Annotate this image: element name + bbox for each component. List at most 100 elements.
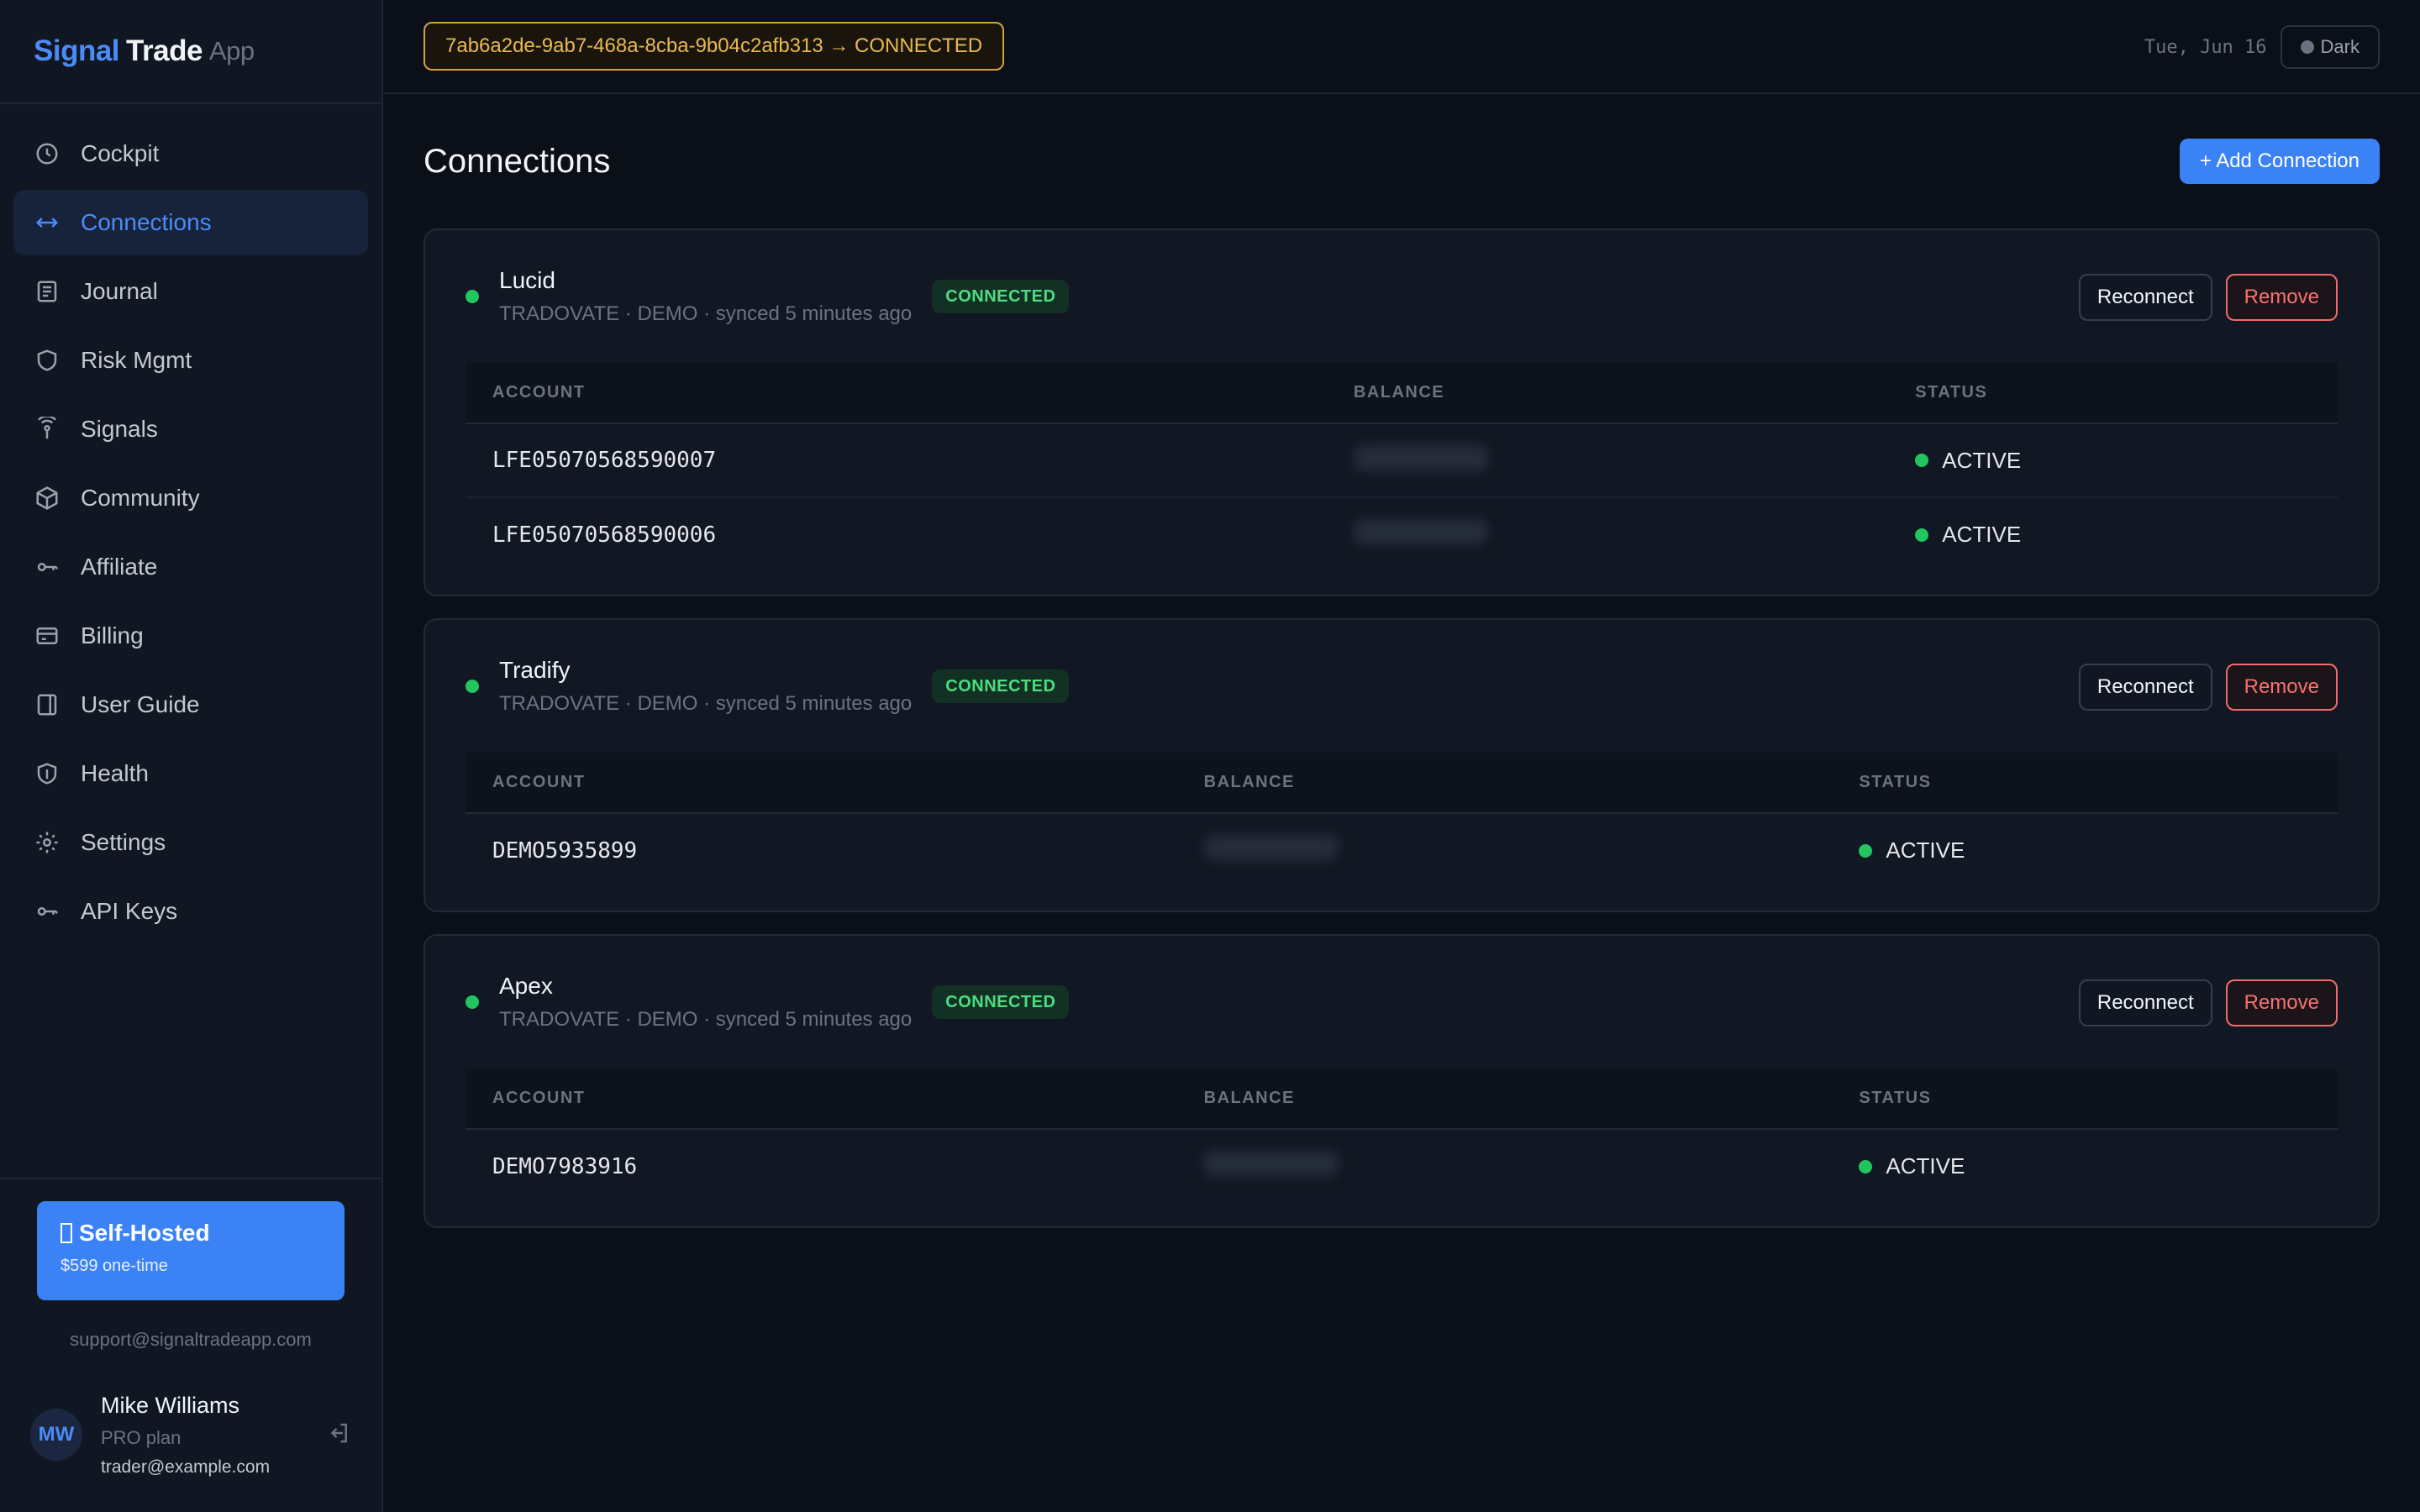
topbar-right: Tue, Jun 16 Dark <box>2144 25 2380 69</box>
accounts-table: ACCOUNT BALANCE STATUS LFE05070568590007… <box>466 363 2338 571</box>
support-email-link[interactable]: support@signaltradeapp.com <box>0 1329 381 1351</box>
reconnect-button[interactable]: Reconnect <box>2078 274 2212 321</box>
table-row[interactable]: DEMO7983916 ACTIVE <box>466 1129 2338 1203</box>
server-icon <box>60 1223 72 1243</box>
brand-logo[interactable]: Signal Trade App <box>0 0 381 104</box>
sidebar-item-health[interactable]: Health <box>13 741 368 806</box>
connection-status-pill[interactable]: 7ab6a2de-9ab7-468a-8cba-9b04c2afb313 → C… <box>424 22 1005 71</box>
account-id: DEMO5935899 <box>492 837 638 864</box>
table-row[interactable]: LFE05070568590006 ACTIVE <box>466 497 2338 571</box>
reconnect-button[interactable]: Reconnect <box>2078 979 2212 1026</box>
sidebar-item-label: Connections <box>81 209 212 235</box>
active-status-dot <box>1915 528 1929 542</box>
connection-info: Tradify TRADOVATE · DEMO · synced 5 minu… <box>499 657 912 716</box>
connection-meta: TRADOVATE · DEMO · synced 5 minutes ago <box>499 692 913 715</box>
sidebar-item-connections[interactable]: Connections <box>13 190 368 255</box>
sidebar-item-label: Community <box>81 485 200 511</box>
clock-icon <box>34 140 60 167</box>
app-root: Signal Trade App Cockpit Connections Jou… <box>0 0 2420 1512</box>
sidebar-item-journal[interactable]: Journal <box>13 259 368 324</box>
status-cell: ACTIVE <box>1832 813 2338 887</box>
self-hosted-promo-button[interactable]: Self-Hosted $599 one-time <box>37 1201 345 1300</box>
blurred-balance <box>1353 444 1488 470</box>
logout-icon[interactable] <box>326 1420 351 1450</box>
table-header-row: ACCOUNT BALANCE STATUS <box>466 363 2338 424</box>
remove-button[interactable]: Remove <box>2225 979 2338 1026</box>
user-email: trader@example.com <box>101 1457 271 1477</box>
connection-actions: Reconnect Remove <box>2078 979 2338 1026</box>
column-header-balance: BALANCE <box>1176 1068 1833 1130</box>
balance-cell <box>1327 497 1888 571</box>
sidebar-item-label: Health <box>81 760 149 786</box>
sidebar-nav: Cockpit Connections Journal Risk Mgmt Si… <box>0 104 381 964</box>
sidebar-item-user-guide[interactable]: User Guide <box>13 672 368 738</box>
remove-button[interactable]: Remove <box>2225 274 2338 321</box>
sidebar-item-label: User Guide <box>81 691 200 717</box>
table-header-row: ACCOUNT BALANCE STATUS <box>466 753 2338 814</box>
blurred-balance <box>1203 1151 1339 1176</box>
connection-card-header: Tradify TRADOVATE · DEMO · synced 5 minu… <box>466 620 2338 753</box>
theme-dot-icon <box>2300 40 2314 54</box>
account-status: ACTIVE <box>1942 447 2022 473</box>
promo-price: $599 one-time <box>60 1257 168 1275</box>
remove-button[interactable]: Remove <box>2225 664 2338 711</box>
theme-toggle-button[interactable]: Dark <box>2280 25 2380 69</box>
theme-label: Dark <box>2320 36 2360 57</box>
account-status: ACTIVE <box>1942 522 2022 547</box>
connection-card-header: Apex TRADOVATE · DEMO · synced 5 minutes… <box>466 936 2338 1068</box>
sidebar-item-signals[interactable]: Signals <box>13 396 368 462</box>
sidebar-item-label: Signals <box>81 416 158 442</box>
sidebar-item-label: Journal <box>81 278 158 304</box>
sidebar-item-api-keys[interactable]: API Keys <box>13 879 368 944</box>
reconnect-button[interactable]: Reconnect <box>2078 664 2212 711</box>
broadcast-icon <box>34 416 60 443</box>
connection-name: Apex <box>499 973 553 999</box>
status-badge: CONNECTED <box>932 985 1070 1019</box>
connection-card: Lucid TRADOVATE · DEMO · synced 5 minute… <box>424 228 2380 596</box>
sidebar-item-label: Settings <box>81 829 166 855</box>
add-connection-button[interactable]: + Add Connection <box>2179 139 2380 184</box>
sidebar-item-label: API Keys <box>81 898 178 924</box>
column-header-status: STATUS <box>1832 753 2338 814</box>
connection-meta: TRADOVATE · DEMO · synced 5 minutes ago <box>499 302 913 325</box>
shield-heart-icon <box>34 760 60 787</box>
sidebar-item-risk-mgmt[interactable]: Risk Mgmt <box>13 328 368 393</box>
table-row[interactable]: LFE05070568590007 ACTIVE <box>466 423 2338 498</box>
sidebar-item-community[interactable]: Community <box>13 465 368 531</box>
balance-cell <box>1177 813 1833 887</box>
topbar: 7ab6a2de-9ab7-468a-8cba-9b04c2afb313 → C… <box>383 0 2420 94</box>
blurred-balance <box>1203 835 1339 860</box>
sidebar-item-affiliate[interactable]: Affiliate <box>13 534 368 600</box>
sidebar-item-cockpit[interactable]: Cockpit <box>13 121 368 186</box>
column-header-balance: BALANCE <box>1326 363 1889 424</box>
balance-cell <box>1326 423 1889 498</box>
sidebar: Signal Trade App Cockpit Connections Jou… <box>0 0 383 1512</box>
avatar[interactable]: MW <box>30 1409 82 1461</box>
arrows-horizontal-icon <box>34 209 60 236</box>
journal-icon <box>34 278 60 305</box>
active-status-dot <box>1915 454 1929 467</box>
key-icon <box>34 898 60 925</box>
sidebar-item-label: Billing <box>81 622 144 648</box>
book-icon <box>34 691 60 718</box>
sidebar-footer: Self-Hosted $599 one-time support@signal… <box>0 1178 381 1512</box>
sidebar-item-billing[interactable]: Billing <box>13 603 368 669</box>
sidebar-item-settings[interactable]: Settings <box>13 810 368 875</box>
status-badge: CONNECTED <box>932 669 1070 703</box>
account-status: ACTIVE <box>1886 1153 1965 1179</box>
column-header-account: ACCOUNT <box>466 1068 1177 1130</box>
current-date: Tue, Jun 16 <box>2144 36 2267 58</box>
status-cell: ACTIVE <box>1832 1129 2338 1203</box>
table-row[interactable]: DEMO5935899 ACTIVE <box>466 813 2338 887</box>
balance-cell <box>1177 1129 1833 1203</box>
credit-card-icon <box>34 622 60 649</box>
shield-icon <box>34 347 60 374</box>
connection-actions: Reconnect Remove <box>2078 664 2338 711</box>
account-id: DEMO7983916 <box>492 1153 638 1179</box>
connection-card-header: Lucid TRADOVATE · DEMO · synced 5 minute… <box>466 230 2338 363</box>
connection-card: Tradify TRADOVATE · DEMO · synced 5 minu… <box>424 618 2380 912</box>
active-status-dot <box>1859 1159 1873 1173</box>
accounts-table: ACCOUNT BALANCE STATUS DEMO7983916 ACTIV… <box>466 1068 2338 1203</box>
account-id: LFE05070568590007 <box>466 423 1327 498</box>
connection-status-dot <box>466 290 479 303</box>
